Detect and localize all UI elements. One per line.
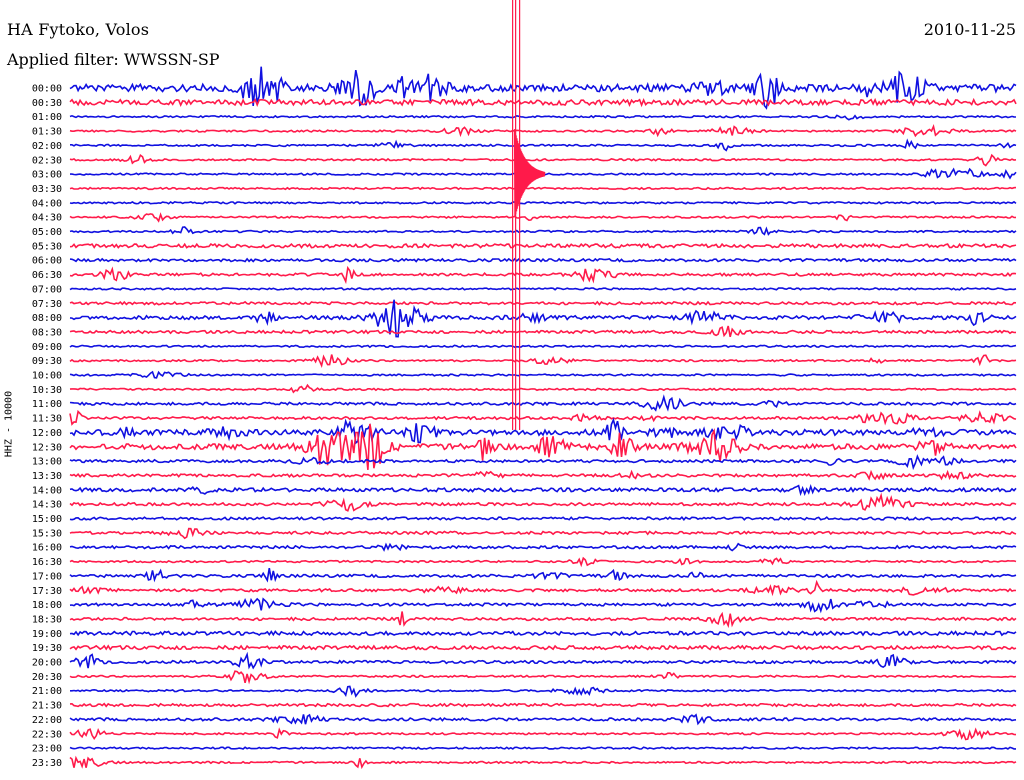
row-time-label: 10:30 xyxy=(32,385,62,396)
trace-row xyxy=(69,542,1017,552)
row-time-label: 09:00 xyxy=(32,342,62,353)
trace-row xyxy=(69,286,1017,291)
trace-row xyxy=(69,651,1017,670)
trace-row xyxy=(69,670,1017,685)
trace-row xyxy=(69,630,1017,637)
trace-row xyxy=(69,713,1017,726)
trace-row xyxy=(69,727,1017,741)
row-time-label: 23:00 xyxy=(32,744,62,755)
row-time-ticks: 00:00 00:30 01:00 01:30 02:00 02:30 03:00 03:30… xyxy=(32,84,62,769)
row-time-label: 18:30 xyxy=(32,614,62,625)
trace-row xyxy=(69,644,1017,651)
trace-row xyxy=(69,527,1017,540)
trace-row xyxy=(69,97,1017,108)
trace-row xyxy=(69,153,1017,167)
row-time-label: 02:30 xyxy=(32,155,62,166)
trace-row xyxy=(69,394,1017,412)
trace-row xyxy=(69,702,1017,708)
trace-row xyxy=(69,123,1017,138)
row-time-label: 03:30 xyxy=(32,184,62,195)
row-time-label: 22:00 xyxy=(32,715,62,726)
row-time-label: 20:30 xyxy=(32,672,62,683)
trace-row xyxy=(70,138,1017,152)
trace-row xyxy=(69,556,1017,568)
row-time-label: 00:00 xyxy=(32,84,62,95)
trace-row xyxy=(70,685,1017,698)
trace-row xyxy=(69,300,1017,306)
trace-row xyxy=(69,212,1017,223)
row-time-label: 06:00 xyxy=(32,256,62,267)
helicorder-plot: 00:00 00:30 01:00 01:30 02:00 02:30 03:00 03:30… xyxy=(32,0,1017,770)
trace-row xyxy=(69,755,1017,770)
row-time-label: 13:30 xyxy=(32,471,62,482)
row-time-label: 02:00 xyxy=(32,141,62,152)
trace-row xyxy=(69,265,1017,285)
row-time-label: 08:00 xyxy=(32,313,62,324)
row-time-label: 09:30 xyxy=(32,356,62,367)
row-time-label: 23:30 xyxy=(32,758,62,769)
trace-row xyxy=(69,325,1017,338)
trace-row xyxy=(69,200,1017,205)
trace-row xyxy=(69,354,1017,368)
trace-row xyxy=(69,454,1017,471)
row-time-label: 15:00 xyxy=(32,514,62,525)
trace-row xyxy=(69,746,1016,750)
row-time-label: 06:30 xyxy=(32,270,62,281)
row-time-label: 08:30 xyxy=(32,327,62,338)
row-time-label: 20:00 xyxy=(32,658,62,669)
trace-row xyxy=(69,516,1017,521)
row-time-label: 19:00 xyxy=(32,629,62,640)
trace-row xyxy=(69,242,1017,250)
row-time-label: 16:00 xyxy=(32,543,62,554)
row-time-label: 16:30 xyxy=(32,557,62,568)
row-time-label: 00:30 xyxy=(32,98,62,109)
trace-row xyxy=(69,257,1017,263)
row-time-label: 14:30 xyxy=(32,500,62,511)
trace-row xyxy=(69,409,1017,426)
row-time-label: 18:00 xyxy=(32,600,62,611)
row-time-label: 12:30 xyxy=(32,442,62,453)
row-time-label: 11:30 xyxy=(32,414,62,425)
row-time-label: 05:00 xyxy=(32,227,62,238)
row-time-label: 17:00 xyxy=(32,571,62,582)
trace-row xyxy=(69,469,1017,481)
row-time-label: 13:00 xyxy=(32,457,62,468)
row-time-label: 14:00 xyxy=(32,485,62,496)
trace-row xyxy=(69,186,1017,191)
row-time-label: 01:30 xyxy=(32,127,62,138)
trace-row xyxy=(69,370,1017,379)
trace-row xyxy=(69,579,1017,597)
trace-row xyxy=(69,226,1017,236)
row-time-label: 10:00 xyxy=(32,371,62,382)
row-time-label: 21:30 xyxy=(32,701,62,712)
row-time-label: 04:00 xyxy=(32,198,62,209)
row-time-label: 15:30 xyxy=(32,528,62,539)
row-time-label: 22:30 xyxy=(32,729,62,740)
trace-row xyxy=(69,492,1017,512)
row-time-label: 07:00 xyxy=(32,284,62,295)
row-time-label: 21:00 xyxy=(32,686,62,697)
trace-row xyxy=(69,597,1017,614)
row-time-label: 11:00 xyxy=(32,399,62,410)
trace-row xyxy=(69,383,1017,394)
row-time-label: 12:00 xyxy=(32,428,62,439)
trace-row xyxy=(69,114,1017,121)
trace-row xyxy=(69,611,1017,629)
row-time-label: 03:00 xyxy=(32,170,62,181)
row-time-label: 01:00 xyxy=(32,112,62,123)
row-time-label: 07:30 xyxy=(32,299,62,310)
row-time-label: 17:30 xyxy=(32,586,62,597)
row-time-label: 04:30 xyxy=(32,213,62,224)
trace-row xyxy=(69,567,1017,583)
trace-row xyxy=(69,483,1017,497)
trace-row xyxy=(69,344,1017,349)
row-time-label: 05:30 xyxy=(32,241,62,252)
row-time-label: 19:30 xyxy=(32,643,62,654)
seismic-traces xyxy=(69,0,1017,770)
